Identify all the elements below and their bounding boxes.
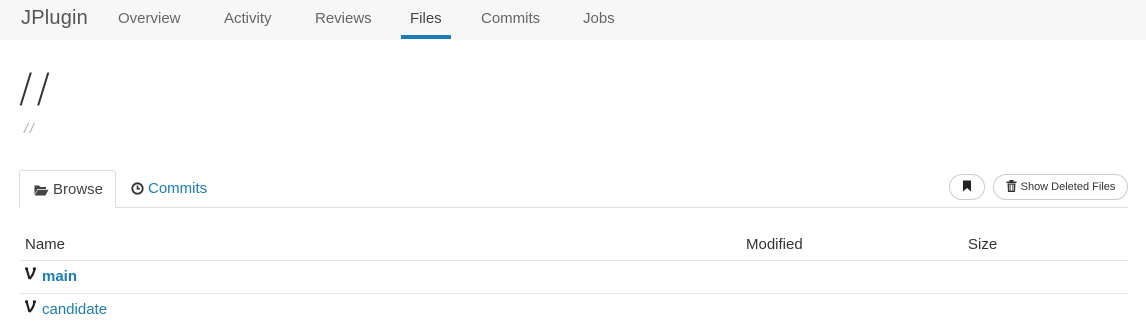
column-header-size[interactable]: Size <box>968 236 997 253</box>
subtab-commits[interactable]: Commits <box>131 180 207 199</box>
column-header-name[interactable]: Name <box>25 236 65 253</box>
table-divider <box>19 293 1128 294</box>
subtab-commits-label: Commits <box>148 180 208 197</box>
table-row[interactable]: candidate <box>25 300 107 318</box>
branch-icon <box>25 267 36 285</box>
show-deleted-files-label: Show Deleted Files <box>1020 181 1116 193</box>
table-row[interactable]: main <box>25 267 77 285</box>
subtab-browse[interactable]: Browse <box>19 170 116 208</box>
page-title: // <box>19 66 54 112</box>
tab-overview[interactable]: Overview <box>118 10 181 27</box>
breadcrumb[interactable]: // <box>24 120 36 136</box>
tabs-divider <box>19 207 1128 208</box>
tab-jobs[interactable]: Jobs <box>583 10 615 27</box>
tab-reviews[interactable]: Reviews <box>315 10 372 27</box>
trash-icon <box>1006 179 1017 195</box>
branch-name[interactable]: candidate <box>42 301 107 318</box>
clock-icon <box>131 182 144 199</box>
table-divider <box>19 260 1128 261</box>
subtab-browse-label: Browse <box>53 181 104 198</box>
active-tab-indicator <box>401 35 451 39</box>
bookmark-button[interactable] <box>949 174 985 200</box>
top-nav: JPlugin Overview Activity Reviews Files … <box>0 0 1146 40</box>
project-name[interactable]: JPlugin <box>21 7 88 30</box>
column-header-modified[interactable]: Modified <box>746 236 803 253</box>
tab-activity[interactable]: Activity <box>224 10 272 27</box>
branch-name[interactable]: main <box>42 268 77 285</box>
bookmark-icon <box>962 180 972 195</box>
branch-icon <box>25 300 36 318</box>
tab-commits[interactable]: Commits <box>481 10 540 27</box>
show-deleted-files-button[interactable]: Show Deleted Files <box>993 174 1128 200</box>
tab-files[interactable]: Files <box>410 10 442 27</box>
folder-open-icon <box>34 183 49 200</box>
